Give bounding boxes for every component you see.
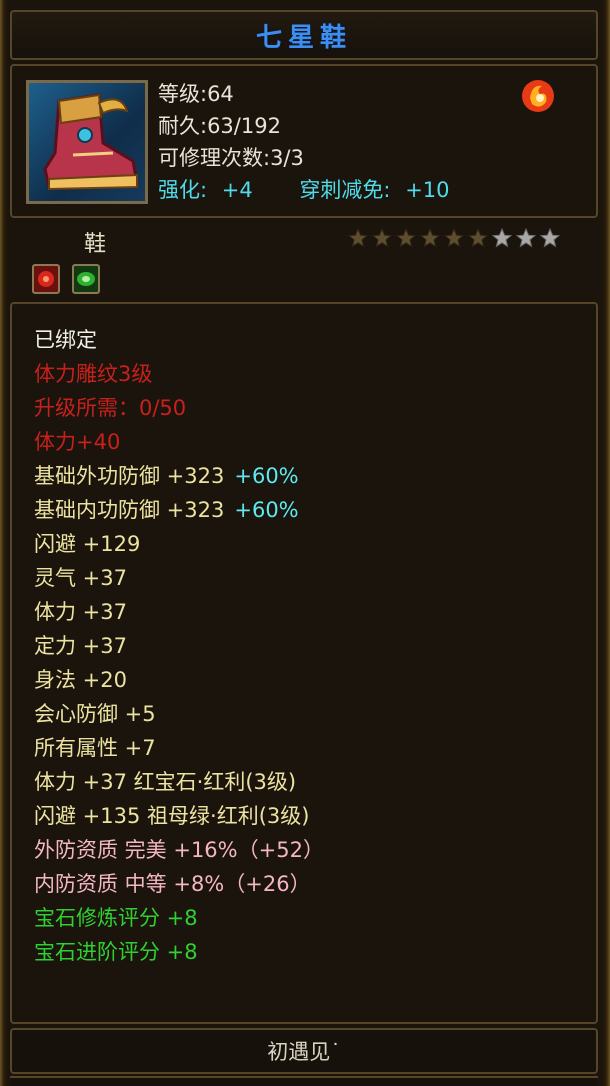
boot-icon[interactable] [26, 80, 148, 204]
enhance-row: 强化: +4 穿刺减免: +10 [158, 174, 450, 204]
footer-text: 初遇见˙ [267, 1040, 341, 1064]
attribute-text: 宝石进阶评分 +8 [34, 940, 198, 964]
attribute-line: 闪避 +129 [34, 528, 140, 558]
attribute-line: 内防资质 中等 +8%（+26） [34, 868, 311, 898]
repair-count-text: 可修理次数:3/3 [158, 146, 304, 170]
item-name: 七星鞋 [255, 22, 352, 53]
green-gem-slot-icon[interactable] [72, 264, 100, 294]
attribute-text: 已绑定 [34, 328, 97, 352]
attribute-text: 闪避 +129 [34, 532, 141, 556]
star-filled-icon [396, 228, 416, 248]
title-bar: 七星鞋 [10, 10, 598, 60]
attribute-text: 体力 +37 红宝石·红利(3级) [34, 770, 297, 794]
attribute-text: 体力 +37 [34, 600, 127, 624]
attribute-text: 基础外功防御 +323 [34, 464, 225, 488]
item-type-label: 鞋 [84, 232, 107, 257]
attribute-text: 身法 +20 [34, 668, 127, 692]
attribute-line: 基础外功防御 +323 +60% [34, 460, 299, 490]
attribute-line: 体力 +37 红宝石·红利(3级) [34, 766, 296, 796]
red-gem-slot-icon[interactable] [32, 264, 60, 294]
attribute-line: 定力 +37 [34, 630, 127, 660]
star-rating [348, 228, 560, 248]
attribute-text: 会心防御 +5 [34, 702, 156, 726]
star-filled-icon [444, 228, 464, 248]
star-empty-icon [540, 228, 560, 248]
attributes-panel: 已绑定 体力雕纹3级 升级所需：0/50 体力+40 基础外功防御 +323 +60% 基础… [10, 302, 598, 1024]
boot-icon-art [43, 93, 139, 191]
footer-bar: 初遇见˙ [10, 1028, 598, 1074]
level-text: 等级:64 [158, 82, 234, 106]
fire-emblem-icon [518, 76, 558, 116]
item-header-panel: 等级:64 耐久:63/192 可修理次数:3/3 强化: +4 穿刺减免: +… [10, 64, 598, 218]
star-filled-icon [420, 228, 440, 248]
attribute-line: 灵气 +37 [34, 562, 127, 592]
attribute-bonus: +60% [234, 464, 299, 488]
attribute-text: 体力雕纹3级 [34, 362, 153, 386]
enhance-value: +4 [221, 178, 253, 202]
attribute-text: 外防资质 完美 +16%（+52） [34, 838, 324, 862]
attribute-line: 会心防御 +5 [34, 698, 156, 728]
attribute-text: 所有属性 +7 [34, 736, 156, 760]
pierce-label: 穿刺减免: [299, 178, 391, 202]
bottom-strip [10, 1076, 598, 1086]
attribute-line: 基础内功防御 +323 +60% [34, 494, 299, 524]
durability-text: 耐久:63/192 [158, 114, 281, 138]
attribute-line: 所有属性 +7 [34, 732, 156, 762]
attribute-bonus: +60% [234, 498, 299, 522]
attribute-text: 体力+40 [34, 430, 121, 454]
pierce-value: +10 [405, 178, 450, 202]
enhance-label: 强化: [158, 178, 208, 202]
attribute-line: 体力 +37 [34, 596, 127, 626]
attribute-line: 闪避 +135 祖母绿·红利(3级) [34, 800, 309, 830]
attribute-text: 升级所需：0/50 [34, 396, 187, 420]
attribute-text: 基础内功防御 +323 [34, 498, 225, 522]
star-empty-icon [492, 228, 512, 248]
attribute-text: 宝石修炼评分 +8 [34, 906, 198, 930]
star-empty-icon [516, 228, 536, 248]
attribute-line: 升级所需：0/50 [34, 392, 186, 422]
attribute-text: 定力 +37 [34, 634, 127, 658]
attribute-text: 闪避 +135 祖母绿·红利(3级) [34, 804, 310, 828]
attribute-line: 已绑定 [34, 324, 97, 354]
star-filled-icon [468, 228, 488, 248]
attribute-line: 宝石修炼评分 +8 [34, 902, 198, 932]
star-filled-icon [372, 228, 392, 248]
attribute-line: 身法 +20 [34, 664, 127, 694]
attribute-text: 灵气 +37 [34, 566, 127, 590]
attribute-line: 体力+40 [34, 426, 120, 456]
attribute-line: 外防资质 完美 +16%（+52） [34, 834, 324, 864]
attribute-text: 内防资质 中等 +8%（+26） [34, 872, 311, 896]
attribute-line: 体力雕纹3级 [34, 358, 152, 388]
attribute-line: 宝石进阶评分 +8 [34, 936, 198, 966]
star-filled-icon [348, 228, 368, 248]
